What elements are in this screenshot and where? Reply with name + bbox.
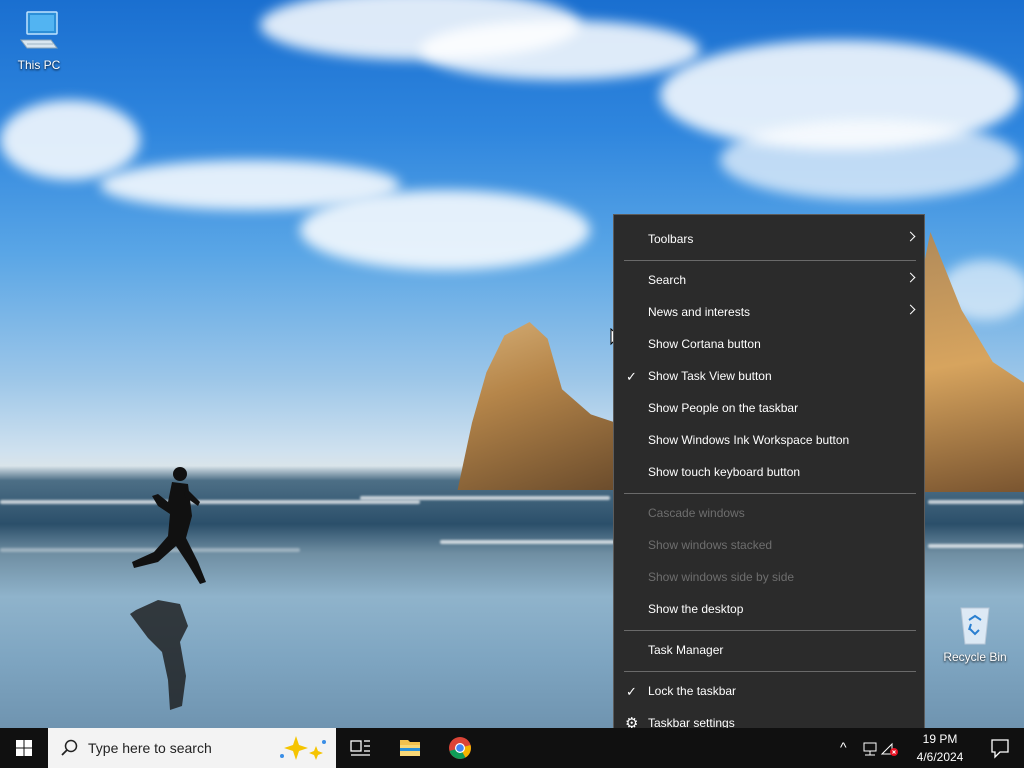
menu-separator (624, 630, 916, 631)
start-button[interactable] (0, 728, 48, 768)
chevron-right-icon (905, 272, 916, 283)
menu-item-label: Toolbars (648, 232, 694, 246)
menu-item-show-windows-ink[interactable]: Show Windows Ink Workspace button (614, 424, 924, 456)
menu-item-label: Search (648, 273, 687, 287)
menu-item-search[interactable]: Search (614, 264, 924, 296)
wave (928, 500, 1024, 504)
runner-silhouette (130, 467, 206, 710)
cloud (0, 100, 140, 180)
sparkle-icon (280, 736, 326, 760)
file-explorer-button[interactable] (386, 728, 434, 768)
menu-item-cascade-windows: Cascade windows (614, 497, 924, 529)
menu-item-label: Show the desktop (648, 602, 744, 616)
task-view-button[interactable] (336, 728, 384, 768)
chrome-icon (449, 737, 471, 759)
desktop-icon-label: This PC (17, 58, 61, 72)
menu-item-news-and-interests[interactable]: News and interests (614, 296, 924, 328)
menu-item-label: Show Cortana button (648, 337, 761, 351)
action-center-button[interactable] (976, 728, 1024, 768)
search-icon (61, 739, 78, 756)
menu-separator (624, 260, 916, 261)
cloud (420, 20, 700, 80)
menu-item-toolbars[interactable]: Toolbars (614, 223, 924, 255)
menu-item-lock-the-taskbar[interactable]: ✓ Lock the taskbar (614, 675, 924, 707)
task-view-icon (350, 740, 370, 756)
menu-separator (624, 671, 916, 672)
checkmark-icon: ✓ (626, 369, 637, 384)
sea-rock-left (457, 322, 616, 490)
menu-item-label: Lock the taskbar (648, 684, 737, 698)
menu-item-show-touch-keyboard[interactable]: Show touch keyboard button (614, 456, 924, 488)
desktop-icon-recycle-bin[interactable]: Recycle Bin (940, 602, 1010, 664)
clock-time: 19 PM (922, 732, 958, 746)
menu-item-show-cortana-button[interactable]: Show Cortana button (614, 328, 924, 360)
cloud (300, 190, 590, 270)
taskbar: Type here to search ^ 19 PM 4/6/2024 (0, 728, 1024, 768)
search-placeholder: Type here to search (88, 740, 212, 756)
menu-item-label: Cascade windows (648, 506, 745, 520)
chevron-right-icon (905, 304, 916, 315)
desktop-icon-this-pc[interactable]: This PC (4, 10, 74, 72)
windows-logo-icon (16, 740, 32, 756)
menu-item-task-manager[interactable]: Task Manager (614, 634, 924, 666)
file-explorer-icon (400, 740, 420, 756)
menu-item-label: Show windows side by side (648, 570, 795, 584)
menu-item-show-windows-side-by-side: Show windows side by side (614, 561, 924, 593)
computer-icon (20, 11, 58, 49)
checkmark-icon: ✓ (626, 684, 637, 699)
taskbar-context-menu: Toolbars Search News and interests Show … (613, 214, 925, 746)
menu-item-label: Show touch keyboard button (648, 465, 801, 479)
menu-item-show-task-view-button[interactable]: ✓ Show Task View button (614, 360, 924, 392)
notification-icon (991, 739, 1009, 759)
clock-date: 4/6/2024 (916, 750, 964, 764)
recycle-bin-icon (960, 607, 990, 645)
menu-item-label: Show windows stacked (648, 538, 773, 552)
menu-item-label: Task Manager (648, 643, 724, 657)
chrome-button[interactable] (436, 728, 484, 768)
desktop-icon-label: Recycle Bin (943, 650, 1007, 664)
menu-item-label: Show Task View button (648, 369, 772, 383)
menu-item-show-people[interactable]: Show People on the taskbar (614, 392, 924, 424)
menu-item-label: Show Windows Ink Workspace button (648, 433, 850, 447)
cloud (720, 120, 1020, 200)
menu-item-show-the-desktop[interactable]: Show the desktop (614, 593, 924, 625)
menu-item-show-windows-stacked: Show windows stacked (614, 529, 924, 561)
wave (928, 544, 1024, 548)
menu-item-label: Show People on the taskbar (648, 401, 799, 415)
menu-item-label: News and interests (648, 305, 751, 319)
network-disconnected-icon[interactable] (860, 740, 900, 758)
wave (440, 540, 615, 544)
chevron-right-icon (905, 231, 916, 242)
wave (360, 496, 610, 500)
menu-separator (624, 493, 916, 494)
show-hidden-icons-chevron[interactable]: ^ (840, 739, 847, 755)
taskbar-search-box[interactable]: Type here to search (48, 728, 336, 768)
taskbar-clock[interactable]: 19 PM 4/6/2024 (904, 730, 976, 766)
